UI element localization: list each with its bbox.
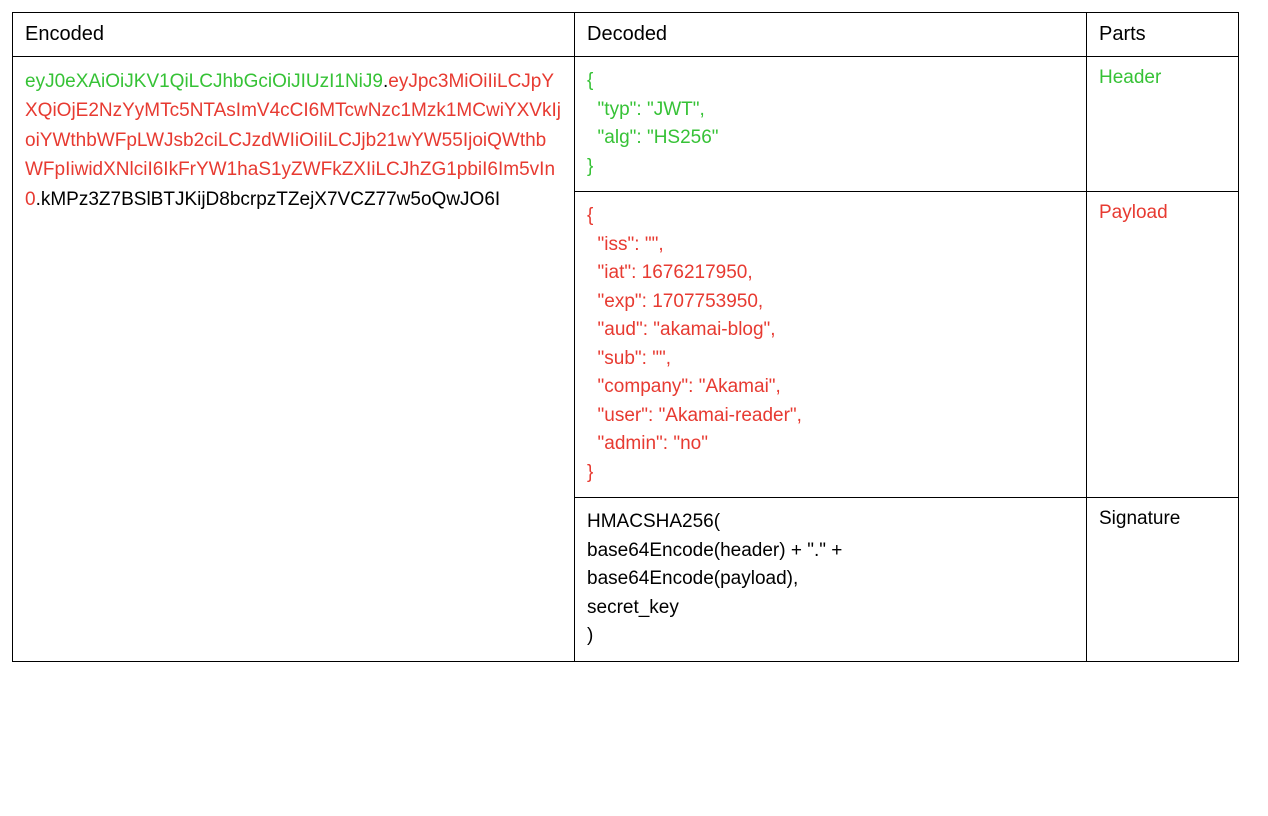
cell-decoded-signature: HMACSHA256( base64Encode(header) + "." +… bbox=[575, 498, 1087, 662]
decoded-header-json: { "typ": "JWT", "alg": "HS256" } bbox=[587, 67, 1074, 181]
col-header-parts: Parts bbox=[1087, 13, 1239, 57]
cell-part-payload: Payload bbox=[1087, 192, 1239, 498]
jwt-breakdown-table: Encoded Decoded Parts eyJ0eXAiOiJKV1QiLC… bbox=[12, 12, 1239, 662]
encoded-signature-segment: kMPz3Z7BSlBTJKijD8bcrpzTZejX7VCZ77w5oQwJ… bbox=[41, 189, 500, 210]
decoded-signature-formula: HMACSHA256( base64Encode(header) + "." +… bbox=[587, 508, 1074, 651]
encoded-token: eyJ0eXAiOiJKV1QiLCJhbGciOiJIUzI1NiJ9.eyJ… bbox=[25, 67, 562, 214]
cell-part-header: Header bbox=[1087, 57, 1239, 192]
encoded-header-segment: eyJ0eXAiOiJKV1QiLCJhbGciOiJIUzI1NiJ9 bbox=[25, 71, 383, 92]
cell-decoded-header: { "typ": "JWT", "alg": "HS256" } bbox=[575, 57, 1087, 192]
decoded-payload-json: { "iss": "", "iat": 1676217950, "exp": 1… bbox=[587, 202, 1074, 487]
part-label-header: Header bbox=[1099, 67, 1161, 88]
row-header: eyJ0eXAiOiJKV1QiLCJhbGciOiJIUzI1NiJ9.eyJ… bbox=[13, 57, 1239, 192]
col-header-decoded: Decoded bbox=[575, 13, 1087, 57]
cell-part-signature: Signature bbox=[1087, 498, 1239, 662]
cell-encoded: eyJ0eXAiOiJKV1QiLCJhbGciOiJIUzI1NiJ9.eyJ… bbox=[13, 57, 575, 662]
part-label-signature: Signature bbox=[1099, 508, 1180, 529]
part-label-payload: Payload bbox=[1099, 202, 1168, 223]
cell-decoded-payload: { "iss": "", "iat": 1676217950, "exp": 1… bbox=[575, 192, 1087, 498]
col-header-encoded: Encoded bbox=[13, 13, 575, 57]
